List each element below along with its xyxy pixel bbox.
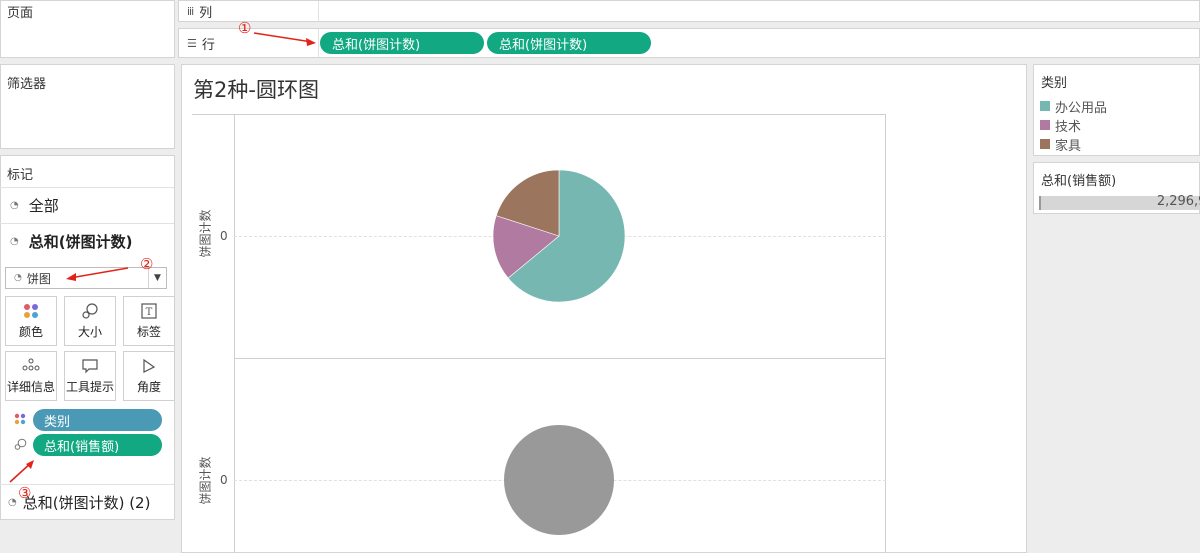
annotation-arrow-2 [66,267,129,281]
size-legend[interactable]: 总和(销售额) 2,296,969 [1033,162,1200,214]
rows-pill-1-label: 总和(饼图计数) [332,37,421,53]
legend-item[interactable]: 家具 [1040,135,1082,154]
rows-label-text: 行 [201,37,215,53]
tooltip-button-label: 工具提示 [65,380,114,394]
color-field-label: 类别 [44,414,71,430]
color-field-pill[interactable]: 类别 [33,409,162,431]
tooltip-button[interactable]: 工具提示 [64,351,116,401]
pie-charts-svg [492,169,626,535]
pie-clock-icon: ◔ [10,200,19,211]
pages-title: 页面 [7,6,34,21]
legend-swatch [1040,101,1050,111]
worksheet-view: 第2种-圆环图 饼图计数 0 饼图计数 0 [181,64,1027,553]
columns-shelf-label: iii 列 [179,1,319,21]
category-legend[interactable]: 类别 办公用品 技术 家具 [1033,64,1200,156]
detail-button[interactable]: 详细信息 [5,351,57,401]
angle-button[interactable]: 角度 [123,351,175,401]
size-field-pill[interactable]: 总和(销售额) [33,434,162,456]
legend-swatch [1040,139,1050,149]
rows-pill-2-label: 总和(饼图计数) [499,37,588,53]
tableau-workspace: 页面 筛选器 标记 ◔ 全部 ◔ 总和(饼图计数) ◔ 饼图 ▼ 颜色 大小 T [0,0,1200,553]
rows-pill-2[interactable]: 总和(饼图计数) [487,32,651,54]
worksheet-title: 第2种-圆环图 [193,78,319,102]
rows-icon: ☰ [187,36,197,50]
size-button[interactable]: 大小 [64,296,116,346]
mark-type-value: 饼图 [26,271,51,286]
marks-card2-label: 总和(饼图计数) (2) [22,494,151,512]
color-dots-icon [6,303,56,323]
annotation-1: ① [238,19,252,37]
size-legend-value: 2,296,969 [1156,194,1200,209]
detail-dots-icon [6,358,56,376]
annotation-2: ② [140,255,154,273]
color-button-label: 颜色 [18,325,43,339]
pie-slice-总和(饼图计数)[interactable] [504,425,614,535]
angle-button-label: 角度 [136,380,161,394]
legend-item-label: 家具 [1055,138,1082,154]
marks-title: 标记 [7,168,34,183]
legend-title: 类别 [1041,76,1068,91]
color-dots-icon [14,413,26,428]
legend-swatch [1040,120,1050,130]
legend-item[interactable]: 办公用品 [1040,97,1108,116]
angle-icon [124,358,174,378]
annotation-arrow-1 [253,32,316,46]
label-button[interactable]: T 标签 [123,296,175,346]
marks-all-label: 全部 [28,197,59,215]
legend-item-label: 技术 [1055,119,1082,135]
size-circles-icon [14,438,27,453]
color-button[interactable]: 颜色 [5,296,57,346]
pages-card: 页面 [0,0,175,58]
plot-area: 饼图计数 0 饼图计数 0 [192,114,886,553]
columns-shelf[interactable]: iii 列 [178,0,1200,22]
size-button-label: 大小 [77,325,102,339]
text-label-icon: T [124,303,174,323]
size-circles-icon [65,303,115,323]
marks-all-tab[interactable]: ◔ 全部 [0,187,174,223]
filters-card[interactable]: 筛选器 [0,64,175,149]
annotation-3: ③ [18,484,32,502]
legend-item-label: 办公用品 [1055,100,1108,116]
legend-item[interactable]: 技术 [1040,116,1082,135]
pie-clock-icon: ◔ [8,497,17,508]
label-button-label: 标签 [136,325,161,339]
size-legend-bar: 2,296,969 [1039,194,1200,210]
size-legend-title: 总和(销售额) [1041,174,1117,189]
tooltip-bubble-icon [65,358,115,378]
rows-pill-1[interactable]: 总和(饼图计数) [320,32,484,54]
filters-title: 筛选器 [7,77,47,92]
svg-text:T: T [146,307,153,318]
pie-clock-icon: ◔ [10,236,19,247]
pie-mark-icon: ◔ [14,273,22,283]
detail-button-label: 详细信息 [6,380,55,394]
columns-label-text: 列 [199,5,213,21]
marks-card1-label: 总和(饼图计数) [28,233,133,251]
columns-icon: iii [187,4,194,18]
size-field-label: 总和(销售额) [44,439,120,455]
marks-card1-tab[interactable]: ◔ 总和(饼图计数) [0,223,174,259]
